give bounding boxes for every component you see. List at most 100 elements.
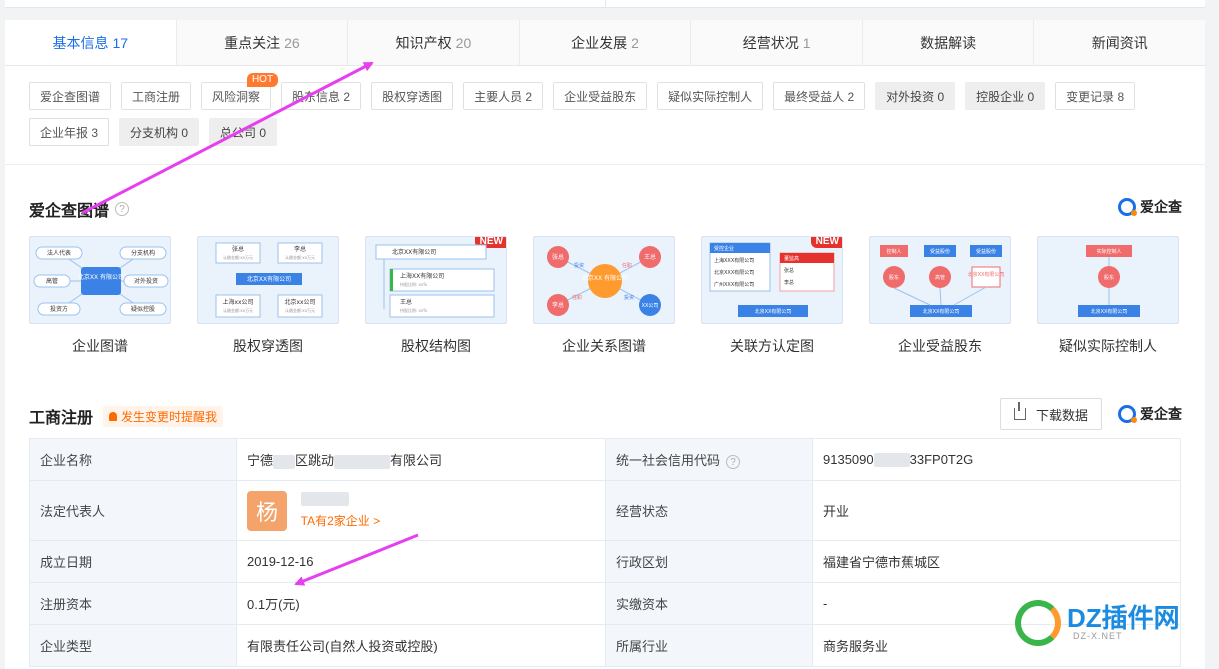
status-value: 开业 bbox=[812, 480, 1181, 541]
region-value: 福建省宁德市蕉城区 bbox=[812, 540, 1181, 583]
download-data-button[interactable]: 下载数据 bbox=[1000, 398, 1102, 430]
download-label: 下载数据 bbox=[1035, 407, 1088, 423]
ratio-text: 认缴金额:xx万元 bbox=[285, 254, 315, 260]
graph-card-beneficial[interactable]: 控制人 受益股份 受益股份 股东 高管 北京XX有限公司 北京XX有限公司 企业… bbox=[869, 236, 1011, 356]
subnav-ultimate-beneficiary[interactable]: 最终受益人 2 bbox=[773, 82, 866, 110]
pill-label: 风险洞察 bbox=[212, 89, 261, 104]
pill-label: 总公司 0 bbox=[220, 125, 267, 140]
change-alert-button[interactable]: 发生变更时提醒我 bbox=[103, 405, 224, 427]
shareholder-node: 股东 bbox=[889, 274, 899, 281]
related-party-thumbnail: NEW 受控企业 上海XXX有限公司 北京XXX有限公司 广州XXX有限公司 董… bbox=[701, 236, 843, 324]
tab-count: 20 bbox=[455, 34, 472, 51]
graph-card-enterprise[interactable]: 北京XX 有限公司 法人代表 分支机构 高管 对外投资 投资方 疑似控股 企业图… bbox=[29, 236, 171, 356]
graph-card-relationship[interactable]: 北京XX 有限公司 张总 王总 李总 XX公司 投资 任职 任职 投资 企业关系… bbox=[533, 236, 675, 356]
pill-label: 控股企业 0 bbox=[976, 89, 1035, 104]
download-icon bbox=[1013, 402, 1026, 420]
zhang-node: 张总 bbox=[552, 253, 564, 261]
graph-caption: 股权结构图 bbox=[401, 338, 471, 354]
bj-co: 北京XXX有限公司 bbox=[714, 269, 754, 276]
tab-development[interactable]: 企业发展 2 bbox=[520, 20, 692, 65]
name-part: 宁德 bbox=[247, 453, 274, 468]
redaction bbox=[334, 454, 391, 469]
main-tabs: 基本信息 17 重点关注 26 知识产权 20 企业发展 2 经营状况 1 数据解读 新闻… bbox=[5, 20, 1205, 66]
sh-company: 上海xx公司 bbox=[222, 298, 253, 306]
field-label: 行政区划 bbox=[605, 540, 813, 583]
subnav-change-records[interactable]: 变更记录 8 bbox=[1055, 82, 1136, 110]
tab-count: 17 bbox=[112, 34, 129, 51]
avatar: 杨 bbox=[247, 490, 287, 531]
suspect-node: 疑似控股 bbox=[131, 305, 155, 313]
pill-label: 疑似实际控制人 bbox=[668, 89, 753, 104]
subnav-holding-companies[interactable]: 控股企业 0 bbox=[965, 82, 1046, 110]
li-node: 李总 bbox=[552, 301, 564, 309]
subnav-shareholders[interactable]: 股东信息 2 bbox=[281, 82, 362, 110]
subnav-equity-penetration[interactable]: 股权穿透图 bbox=[371, 82, 454, 110]
graph-section-title: 爱企查图谱? bbox=[29, 197, 130, 221]
watermark: DZ插件网 DZ-X.NET bbox=[1015, 600, 1180, 646]
beneficial-thumbnail: 控制人 受益股份 受益股份 股东 高管 北京XX有限公司 北京XX有限公司 bbox=[869, 236, 1011, 324]
tab-key-focus[interactable]: 重点关注 26 bbox=[177, 20, 349, 65]
registered-capital-value: 0.1万(元) bbox=[236, 582, 606, 625]
tab-label: 经营状况 bbox=[742, 34, 799, 51]
graph-card-related-party[interactable]: NEW 受控企业 上海XXX有限公司 北京XXX有限公司 广州XXX有限公司 董… bbox=[701, 236, 843, 356]
graph-card-suspected-controller[interactable]: 实际控制人 股东 北京XX有限公司 疑似实际控制人 bbox=[1037, 236, 1179, 356]
table-row: 注册资本 0.1万(元) 实缴资本 - bbox=[29, 582, 1181, 625]
tab-label: 基本信息 bbox=[52, 34, 109, 51]
code-part: 9135090 bbox=[823, 451, 874, 467]
relationship-thumbnail: 北京XX 有限公司 张总 王总 李总 XX公司 投资 任职 任职 投资 bbox=[533, 236, 675, 324]
zhang-node: 张总 bbox=[232, 245, 244, 253]
redaction bbox=[300, 492, 349, 506]
pill-label: 主要人员 2 bbox=[474, 89, 533, 104]
gz-co: 广州XXX有限公司 bbox=[714, 281, 754, 288]
subnav-branches[interactable]: 分支机构 0 bbox=[119, 118, 200, 146]
subnav-risk[interactable]: 风险洞察 HOT bbox=[201, 73, 279, 110]
name-part: 有限公司 bbox=[390, 453, 443, 468]
help-icon[interactable]: ? bbox=[115, 202, 130, 216]
field-label: 法定代表人 bbox=[29, 480, 237, 541]
related-party-svg: 受控企业 上海XXX有限公司 北京XXX有限公司 广州XXX有限公司 董监高 张… bbox=[709, 242, 835, 317]
field-label: 企业名称 bbox=[29, 438, 237, 481]
bottom-company: 北京XX有限公司 bbox=[1091, 308, 1128, 315]
aiqicha-logo: 爱企查 bbox=[1118, 404, 1182, 424]
help-icon[interactable]: ? bbox=[726, 455, 741, 470]
registration-title: 工商注册 发生变更时提醒我 bbox=[29, 404, 224, 428]
control-header: 受控企业 bbox=[714, 245, 734, 252]
equity-penetration-thumbnail: 张总 认缴金额:xx万元 李总 认缴金额:xx万元 北京XX有限公司 上海xx公… bbox=[197, 236, 339, 324]
subnav-key-personnel[interactable]: 主要人员 2 bbox=[463, 82, 544, 110]
bj-box: 北京XX有限公司 bbox=[968, 271, 1005, 278]
subnav-head-office[interactable]: 总公司 0 bbox=[209, 118, 278, 146]
company-type-value: 有限责任公司(自然人投资或控股) bbox=[236, 624, 606, 667]
graph-caption: 关联方认定图 bbox=[730, 338, 814, 354]
subnav-graph[interactable]: 爱企查图谱 bbox=[29, 82, 112, 110]
dongshi-header: 董监高 bbox=[784, 255, 799, 262]
root-company: 北京XX有限公司 bbox=[392, 248, 436, 256]
credit-code-value: 9135090 33FP0T2G bbox=[812, 438, 1181, 481]
subnav-beneficial-shareholders[interactable]: 企业受益股东 bbox=[553, 82, 648, 110]
tab-data-insight[interactable]: 数据解读 bbox=[863, 20, 1035, 65]
graph-card-equity-structure[interactable]: NEW 北京XX有限公司 上海XX有限公司 持股比例: xx% 王总 持股比例:… bbox=[365, 236, 507, 356]
brand-text: 爱企查 bbox=[1140, 199, 1182, 215]
pill-label: 变更记录 8 bbox=[1066, 89, 1125, 104]
hold-text: 持股比例: xx% bbox=[400, 307, 427, 313]
aiqicha-logo: 爱企查 bbox=[1118, 197, 1182, 217]
ratio-text: 认缴金额:xx万元 bbox=[223, 307, 253, 313]
table-row: 企业名称 宁德 区跳动 有限公司 统一社会信用代码? 9135090 33FP0T2G bbox=[29, 438, 1181, 481]
ratio-text: 认缴金额:xx万元 bbox=[223, 254, 253, 260]
field-label: 所属行业 bbox=[605, 624, 813, 667]
tab-news[interactable]: 新闻资讯 bbox=[1034, 20, 1205, 65]
tab-operations[interactable]: 经营状况 1 bbox=[691, 20, 863, 65]
ta-companies-link[interactable]: TA有2家企业 > bbox=[301, 514, 380, 528]
subnav-suspected-controller[interactable]: 疑似实际控制人 bbox=[657, 82, 764, 110]
pill-label: 分支机构 0 bbox=[130, 125, 189, 140]
sh-company: 上海XX有限公司 bbox=[400, 272, 444, 280]
benefit-tag: 受益股份 bbox=[976, 248, 996, 255]
tab-basic-info[interactable]: 基本信息 17 bbox=[5, 20, 177, 65]
subnav-annual-reports[interactable]: 企业年报 3 bbox=[29, 118, 110, 146]
subnav-registration[interactable]: 工商注册 bbox=[121, 82, 192, 110]
enterprise-graph-svg: 北京XX 有限公司 法人代表 分支机构 高管 对外投资 投资方 疑似控股 bbox=[33, 246, 169, 316]
graph-card-equity-penetration[interactable]: 张总 认缴金额:xx万元 李总 认缴金额:xx万元 北京XX有限公司 上海xx公… bbox=[197, 236, 339, 356]
subnav-outbound-investment[interactable]: 对外投资 0 bbox=[875, 82, 956, 110]
suspected-controller-svg: 实际控制人 股东 北京XX有限公司 bbox=[1078, 245, 1140, 317]
tab-ip[interactable]: 知识产权 20 bbox=[348, 20, 520, 65]
hold-text: 持股比例: xx% bbox=[400, 281, 427, 287]
